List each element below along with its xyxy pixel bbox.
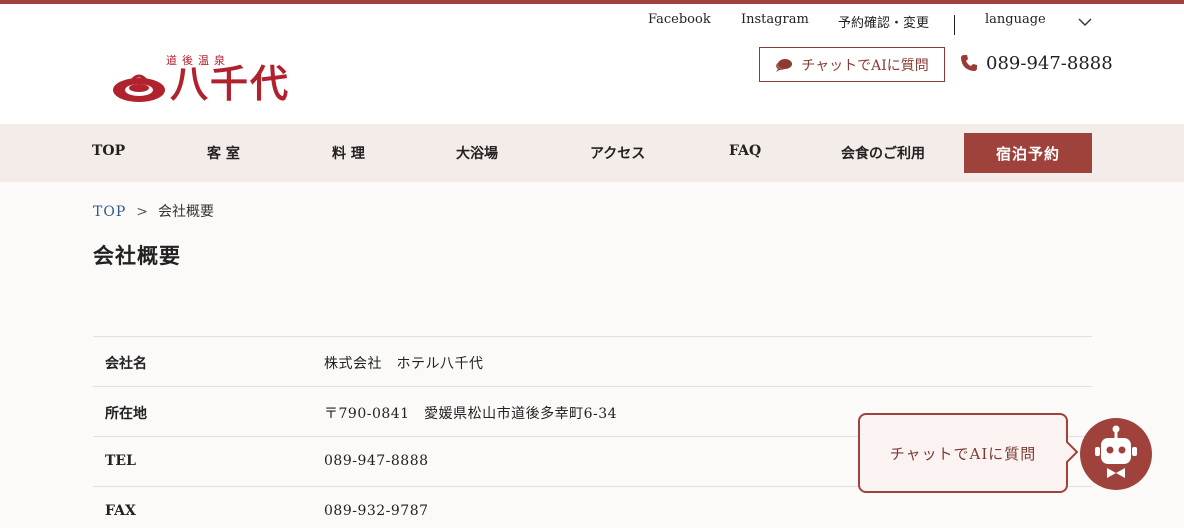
row-label: 会社名 bbox=[105, 356, 147, 372]
site-logo[interactable]: 道後温泉 八千代 bbox=[112, 52, 292, 108]
breadcrumb-home-link[interactable]: TOP bbox=[93, 204, 126, 220]
nav-item-rooms[interactable]: 客 室 bbox=[207, 143, 240, 163]
utility-links: Facebook Instagram 予約確認・変更 language bbox=[0, 10, 1184, 35]
nav-item-top[interactable]: TOP bbox=[92, 143, 125, 159]
reservation-check-link[interactable]: 予約確認・変更 bbox=[838, 12, 929, 31]
language-selector[interactable]: language bbox=[985, 12, 1046, 27]
nav-item-bath[interactable]: 大浴場 bbox=[456, 143, 498, 163]
breadcrumb-current: 会社概要 bbox=[157, 204, 214, 220]
main-nav: TOP 客 室 料 理 大浴場 アクセス FAQ 会食のご利用 宿泊予約 bbox=[0, 124, 1184, 182]
row-label: 所在地 bbox=[105, 406, 147, 422]
row-value: 株式会社 ホテル八千代 bbox=[324, 356, 484, 372]
chat-widget-bubble[interactable]: チャットでAIに質問 bbox=[858, 413, 1068, 493]
phone-icon bbox=[961, 55, 977, 71]
nav-item-faq[interactable]: FAQ bbox=[729, 143, 761, 159]
breadcrumb: TOP > 会社概要 bbox=[93, 201, 214, 221]
phone-number[interactable]: 089-947-8888 bbox=[960, 50, 1113, 76]
nav-item-cuisine[interactable]: 料 理 bbox=[332, 143, 365, 163]
table-row: 会社名 株式会社 ホテル八千代 bbox=[93, 336, 1092, 386]
row-value: 089-947-8888 bbox=[324, 453, 429, 469]
site-header: Facebook Instagram 予約確認・変更 language 道後温泉… bbox=[0, 4, 1184, 124]
row-value: 〒790-0841 愛媛県松山市道後多幸町6-34 bbox=[324, 406, 618, 422]
row-label: TEL bbox=[105, 453, 136, 469]
chat-ai-label: チャットでAIに質問 bbox=[801, 57, 929, 74]
chat-bubble-icon bbox=[776, 58, 793, 72]
logo-name: 八千代 bbox=[170, 61, 291, 106]
logo-mark-icon bbox=[113, 74, 165, 102]
chat-ai-button[interactable]: チャットでAIに質問 bbox=[759, 47, 945, 82]
nav-item-access[interactable]: アクセス bbox=[590, 143, 645, 163]
divider bbox=[954, 15, 955, 35]
reserve-button[interactable]: 宿泊予約 bbox=[964, 133, 1092, 173]
bubble-tail bbox=[1066, 441, 1078, 463]
row-value: 089-932-9787 bbox=[324, 503, 429, 519]
page-title: 会社概要 bbox=[93, 243, 181, 268]
row-label: FAX bbox=[105, 503, 136, 519]
instagram-link[interactable]: Instagram bbox=[741, 12, 809, 27]
chevron-down-icon[interactable] bbox=[1078, 17, 1092, 27]
chat-widget-label: チャットでAIに質問 bbox=[889, 444, 1037, 463]
breadcrumb-separator: > bbox=[136, 204, 148, 220]
robot-icon bbox=[1095, 425, 1137, 478]
nav-item-dining[interactable]: 会食のご利用 bbox=[841, 143, 925, 163]
chat-bot-avatar[interactable] bbox=[1080, 418, 1152, 490]
facebook-link[interactable]: Facebook bbox=[648, 12, 711, 27]
phone-number-text: 089-947-8888 bbox=[986, 52, 1113, 74]
